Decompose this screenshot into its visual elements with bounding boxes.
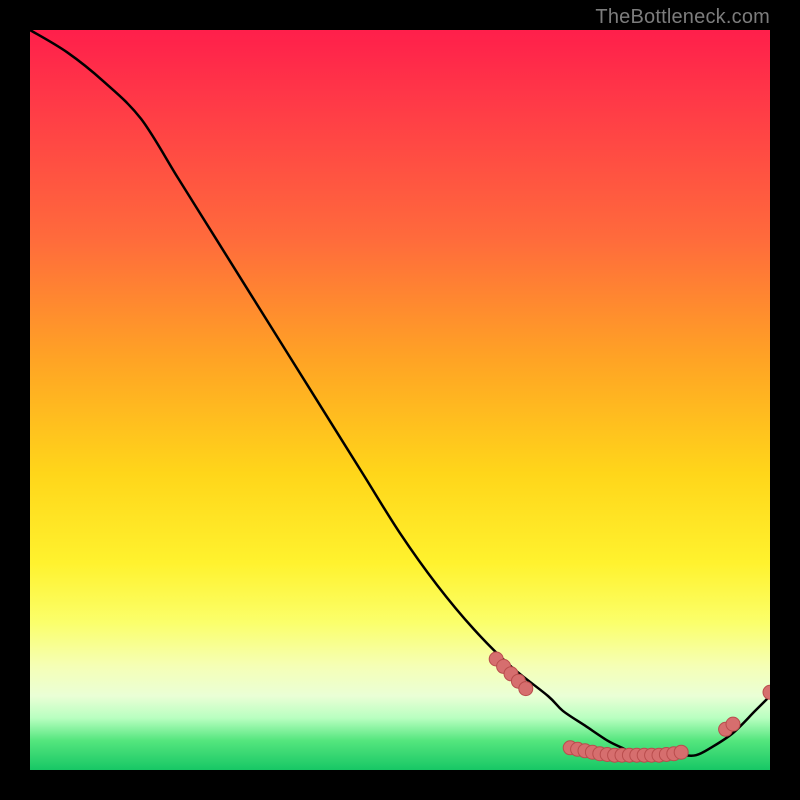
data-marker	[719, 722, 733, 736]
data-marker	[504, 667, 518, 681]
data-marker	[571, 742, 585, 756]
data-marker	[615, 748, 629, 762]
markers-group	[489, 652, 770, 762]
data-marker	[637, 748, 651, 762]
data-marker	[659, 747, 673, 761]
data-marker	[667, 747, 681, 761]
data-marker	[497, 659, 511, 673]
data-marker	[630, 748, 644, 762]
data-marker	[563, 741, 577, 755]
data-marker	[593, 747, 607, 761]
data-marker	[726, 717, 740, 731]
plot-area	[30, 30, 770, 770]
data-marker	[585, 745, 599, 759]
data-marker	[652, 748, 666, 762]
bottleneck-curve	[30, 30, 770, 756]
data-marker	[674, 745, 688, 759]
data-marker	[511, 674, 525, 688]
attribution-label: TheBottleneck.com	[595, 6, 770, 29]
data-marker	[622, 748, 636, 762]
data-marker	[608, 748, 622, 762]
chart-stage: TheBottleneck.com	[0, 0, 800, 800]
chart-svg	[30, 30, 770, 770]
data-marker	[489, 652, 503, 666]
data-marker	[578, 744, 592, 758]
data-marker	[600, 747, 614, 761]
data-marker	[763, 685, 770, 699]
data-marker	[519, 682, 533, 696]
data-marker	[645, 748, 659, 762]
